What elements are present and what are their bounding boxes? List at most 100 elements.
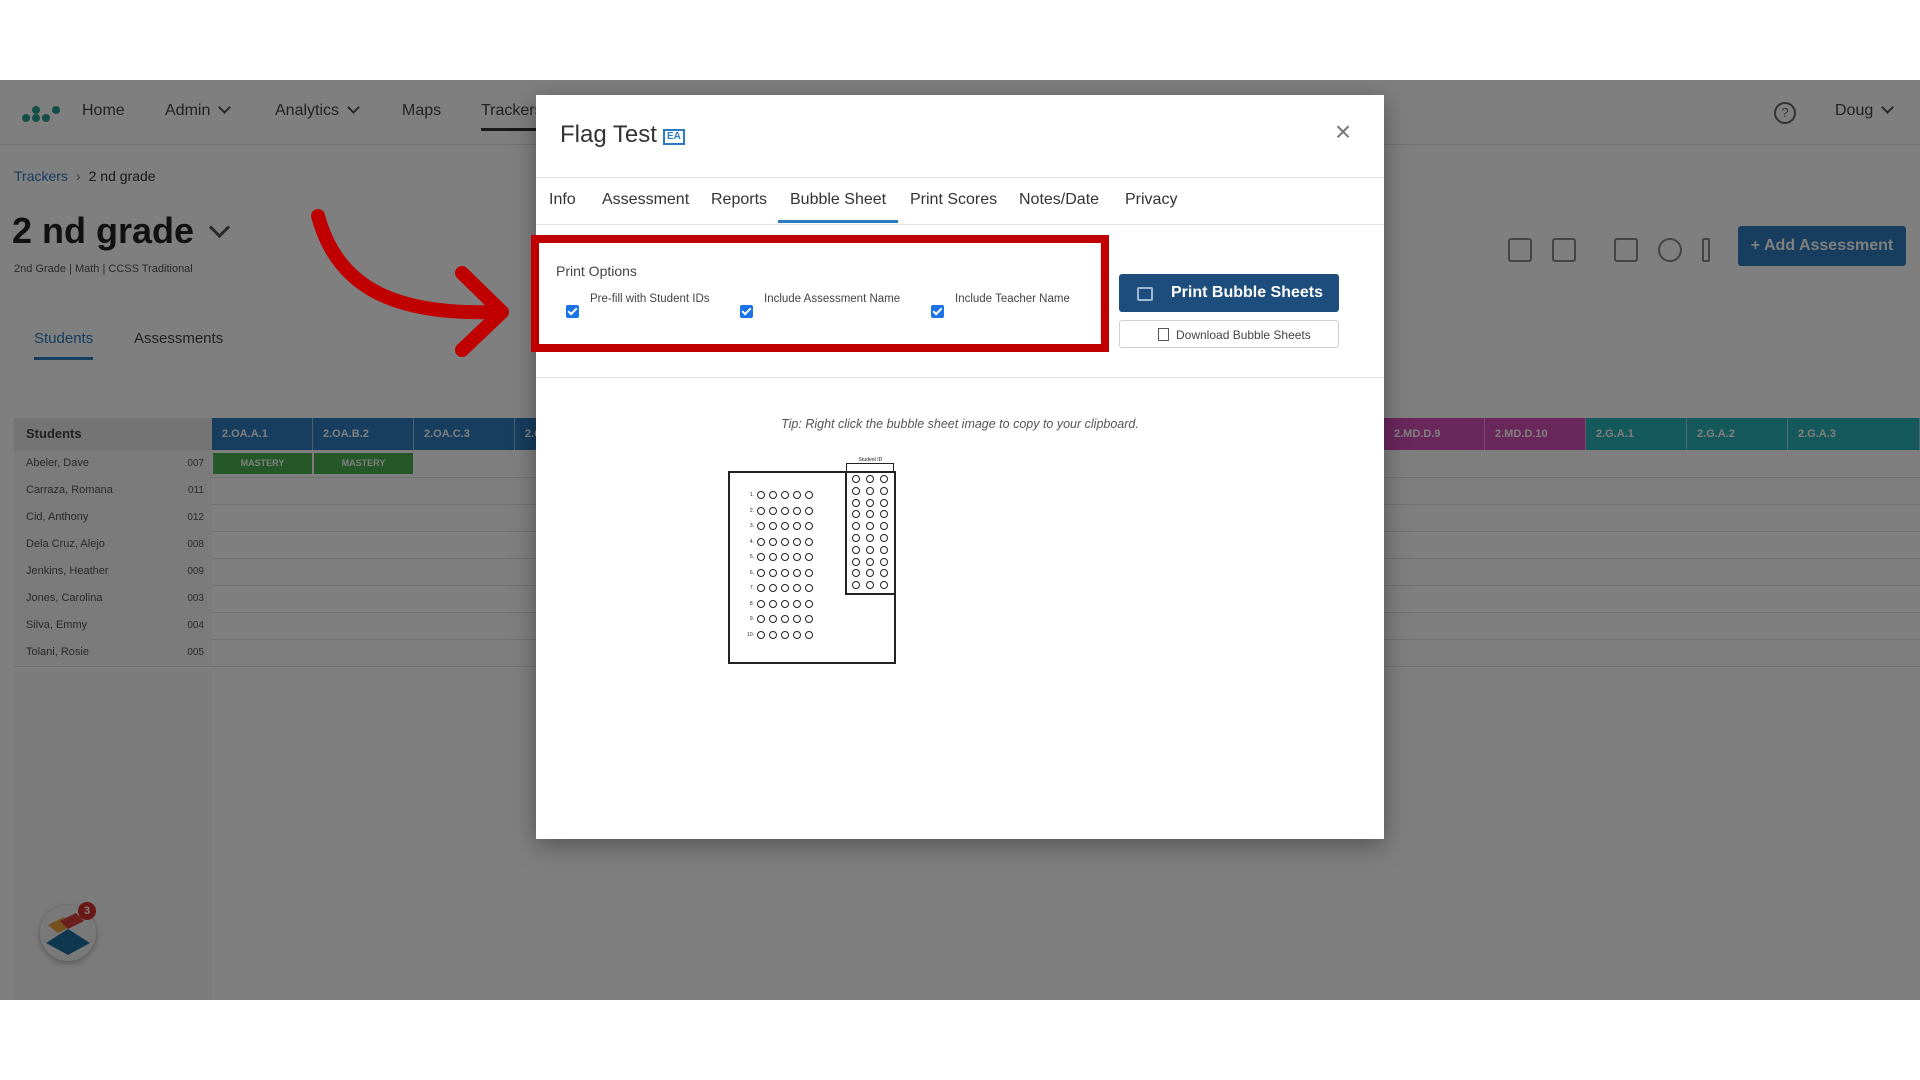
id-bubble (866, 486, 874, 495)
question-number: 4. (749, 538, 754, 545)
answer-bubble (757, 599, 765, 608)
tab-print-scores[interactable]: Print Scores (910, 191, 997, 209)
answer-bubble (769, 522, 777, 530)
modal-divider (536, 377, 1384, 378)
app-background: Home Admin Analytics Maps Trackers ? Dou… (0, 80, 1920, 1000)
id-bubble (866, 545, 874, 554)
id-bubble (880, 534, 888, 542)
answer-bubble (805, 599, 813, 608)
question-number: 9. (749, 616, 754, 622)
answer-bubble (757, 537, 765, 546)
answer-bubble (769, 584, 777, 592)
answer-bubble (793, 506, 801, 515)
id-bubble (880, 545, 888, 554)
close-icon[interactable]: × (1328, 117, 1358, 147)
id-bubble (852, 475, 860, 483)
answer-bubble (769, 537, 777, 546)
answer-bubble (793, 584, 801, 592)
answer-bubble (757, 506, 765, 515)
answer-bubble (793, 553, 801, 561)
answer-bubble (793, 630, 801, 639)
print-bubble-sheets-label: Print Bubble Sheets (1171, 284, 1324, 301)
id-bubble (866, 475, 874, 483)
answer-bubble (793, 615, 801, 623)
answer-bubble (793, 522, 801, 530)
answer-bubble (793, 599, 801, 608)
annotation-highlight-box (531, 235, 1109, 352)
print-bubble-sheets-button[interactable]: Print Bubble Sheets (1119, 274, 1339, 312)
answer-bubble (769, 553, 777, 561)
id-bubble (866, 498, 874, 507)
printer-icon (1137, 287, 1153, 301)
answer-bubble (781, 553, 789, 561)
id-bubble (852, 498, 860, 507)
answer-bubble (805, 615, 813, 623)
answer-bubble (781, 568, 789, 577)
tab-notes-date[interactable]: Notes/Date (1019, 191, 1099, 209)
tab-info[interactable]: Info (549, 191, 576, 209)
answer-bubble (793, 537, 801, 546)
question-number: 3. (749, 523, 754, 529)
answer-bubble (805, 506, 813, 515)
answer-bubble (757, 553, 765, 561)
answer-bubble (781, 615, 789, 623)
answer-bubble (805, 584, 813, 592)
id-bubble (880, 486, 888, 495)
answer-bubble (781, 584, 789, 592)
answer-bubble (781, 599, 789, 608)
ea-badge: EA (662, 129, 685, 145)
answer-bubble (805, 553, 813, 561)
tab-bubble-sheet[interactable]: Bubble Sheet (778, 191, 899, 223)
answer-bubble (781, 506, 789, 515)
id-bubble (880, 557, 888, 566)
answer-bubble (793, 568, 801, 577)
modal-title: Flag Test EA (560, 121, 685, 149)
answer-bubble (805, 630, 813, 639)
answer-bubble (781, 630, 789, 639)
answer-bubble (805, 522, 813, 530)
question-number: 7. (749, 585, 754, 591)
id-bubble (852, 545, 860, 554)
download-bubble-sheets-label: Download Bubble Sheets (1176, 328, 1311, 342)
answer-bubble (805, 491, 813, 499)
id-bubble (852, 534, 860, 542)
download-file-icon (1158, 328, 1169, 341)
question-number: 6. (749, 569, 754, 576)
answer-bubble (769, 630, 777, 639)
answer-bubble (757, 584, 765, 592)
modal-tabs: Info Assessment Reports Bubble Sheet Pri… (536, 177, 1384, 225)
id-bubble (880, 475, 888, 483)
answer-bubble (769, 599, 777, 608)
question-number: 10. (747, 631, 754, 638)
answer-bubble (781, 537, 789, 546)
question-number: 8. (749, 600, 754, 607)
question-number: 5. (749, 554, 754, 560)
tab-assessment[interactable]: Assessment (602, 191, 689, 209)
answer-bubble (757, 615, 765, 623)
modal-title-text: Flag Test (560, 121, 657, 148)
answer-bubble (769, 568, 777, 577)
question-number: 1. (749, 492, 754, 498)
id-bubble (852, 486, 860, 495)
answer-bubble (757, 491, 765, 499)
answer-bubble (793, 491, 801, 499)
answer-bubble (769, 615, 777, 623)
tab-reports[interactable]: Reports (711, 191, 767, 209)
answer-bubble (757, 568, 765, 577)
tab-privacy[interactable]: Privacy (1125, 191, 1177, 209)
id-bubble (852, 557, 860, 566)
question-number: 2. (749, 507, 754, 514)
answer-bubble (805, 568, 813, 577)
answer-bubble (805, 537, 813, 546)
answer-bubble (757, 522, 765, 530)
assessment-modal: Flag Test EA × Info Assessment Reports Bu… (531, 95, 1384, 839)
answer-bubble (781, 491, 789, 499)
download-bubble-sheets-button[interactable]: Download Bubble Sheets (1119, 320, 1339, 348)
answer-bubble (769, 506, 777, 515)
answer-bubble (757, 630, 765, 639)
id-bubble (866, 534, 874, 542)
bubble-sheet-preview[interactable]: Student ID 1. 2. 3. 4. 5. 6. 7. 8. 9. 10. (728, 457, 896, 672)
id-bubble (866, 557, 874, 566)
answer-bubble (781, 522, 789, 530)
id-bubble (880, 498, 888, 507)
